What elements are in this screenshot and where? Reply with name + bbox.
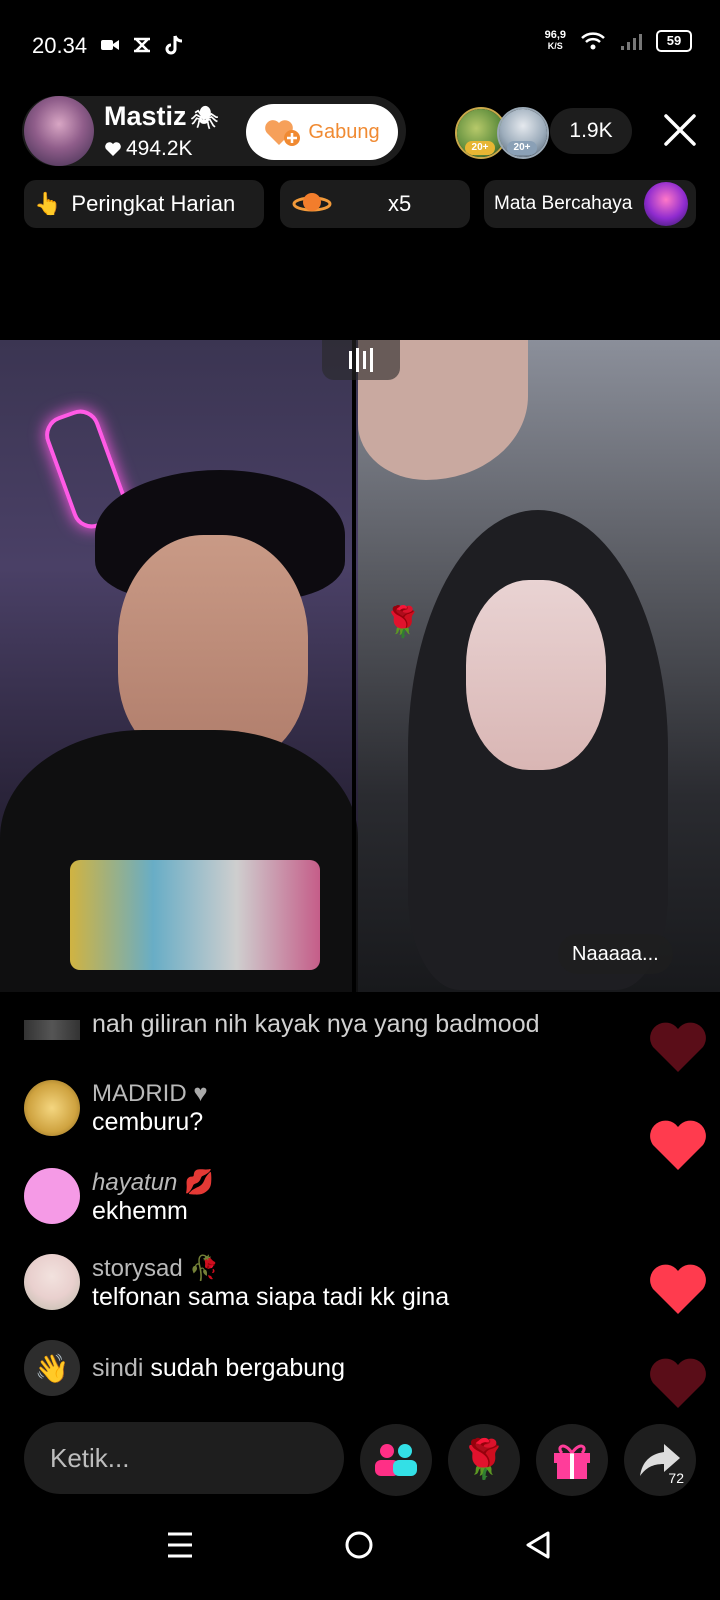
battery-icon: 59 [656, 30, 692, 52]
rose-sticker: 🌹 [384, 606, 422, 639]
join-notice-row: 👋 sindi sudah bergabung [24, 1340, 345, 1396]
comment-input-box[interactable] [24, 1422, 344, 1494]
cohost-face [466, 580, 606, 770]
planet-icon [292, 193, 332, 212]
wave-icon: 👋 [24, 1340, 80, 1396]
gift-button[interactable] [536, 1424, 608, 1496]
heart-icon[interactable] [648, 1262, 708, 1316]
status-time: 20.34 [32, 33, 88, 58]
cohost-video-feed[interactable]: 🌹 [358, 340, 720, 992]
comment-username[interactable]: MADRID ♥ [92, 1080, 208, 1108]
close-icon[interactable] [662, 112, 698, 148]
top-viewer-avatar-2[interactable]: 20+ [497, 107, 549, 159]
viewer-level-badge: 20+ [465, 141, 495, 155]
heart-icon[interactable] [648, 1020, 708, 1074]
comment-avatar[interactable] [24, 1168, 80, 1224]
comment-avatar[interactable] [24, 1080, 80, 1136]
back-icon[interactable] [524, 1530, 552, 1560]
fire-icon: 👆 [34, 191, 62, 216]
host-likes: 494.2K [104, 137, 193, 161]
comment-row: nah giliran nih kayak nya yang badmood [24, 1010, 540, 1040]
signal-icon [621, 34, 642, 50]
comment-avatar[interactable] [24, 1020, 80, 1040]
split-divider [352, 340, 356, 992]
spider-emoji: 🕷 [190, 105, 219, 130]
comment-text: nah giliran nih kayak nya yang badmood [92, 1010, 540, 1038]
guest-icon [375, 1444, 417, 1476]
wilted-rose-icon: 🥀 [189, 1255, 220, 1282]
viewer-level-badge: 20+ [507, 141, 537, 155]
share-button[interactable]: 72 [624, 1424, 696, 1496]
wifi-icon [581, 32, 605, 50]
comment-row: MADRID ♥ cemburu? [24, 1080, 208, 1137]
join-heart-plus-icon [265, 120, 301, 146]
comment-username[interactable]: hayatun 💋 [92, 1168, 214, 1197]
comment-row: storysad 🥀 telfonan sama siapa tadi kk g… [24, 1254, 449, 1312]
cross-arrows-icon [134, 37, 150, 53]
status-notification-icons [100, 34, 184, 56]
status-system-icons: 96,9 K/S 59 [545, 30, 692, 52]
effect-chip[interactable]: Mata Bercahaya [484, 180, 696, 228]
status-bar: 20.34 96,9 K/S 59 [0, 0, 720, 90]
gift-icon [554, 1444, 590, 1479]
comment-username[interactable]: storysad 🥀 [92, 1254, 449, 1283]
lips-icon: 💋 [184, 1169, 214, 1196]
heart-icon [105, 142, 121, 156]
home-icon[interactable] [344, 1530, 374, 1560]
join-notice-text: sindi sudah bergabung [92, 1353, 345, 1382]
tiktok-icon [165, 35, 183, 55]
comment-text: cemburu? [92, 1108, 204, 1136]
viewer-count[interactable]: 1.9K [550, 108, 632, 154]
network-speed: 96,9 K/S [544, 29, 566, 52]
heart-icon[interactable] [648, 1356, 708, 1410]
layout-toggle-icon[interactable] [322, 340, 400, 380]
cohost-name-tag[interactable]: Naaaaa... [558, 934, 673, 974]
daily-ranking-chip[interactable]: 👆 Peringkat Harian [24, 180, 264, 228]
comment-input[interactable] [48, 1442, 322, 1475]
effect-avatar [644, 182, 688, 226]
menu-icon[interactable] [166, 1530, 194, 1560]
host-name[interactable]: Mastiz 🕷 [104, 101, 218, 132]
rose-gift-button[interactable]: 🌹 [448, 1424, 520, 1496]
shirt-graphic [70, 860, 320, 970]
heart-icon[interactable] [648, 1118, 708, 1172]
multiplier-chip[interactable]: x5 [280, 180, 470, 228]
comment-text: telfonan sama siapa tadi kk gina [92, 1283, 450, 1311]
join-button[interactable]: Gabung [246, 104, 398, 160]
host-video-feed[interactable] [0, 340, 358, 992]
video-icon [101, 40, 119, 50]
rose-icon: 🌹 [460, 1439, 508, 1481]
share-count: 72 [668, 1470, 684, 1486]
host-avatar[interactable] [24, 96, 94, 166]
comment-avatar[interactable] [24, 1254, 80, 1310]
comment-row: hayatun 💋 ekhemm [24, 1168, 214, 1226]
comment-text: ekhemm [92, 1197, 188, 1225]
guest-button[interactable] [360, 1424, 432, 1496]
